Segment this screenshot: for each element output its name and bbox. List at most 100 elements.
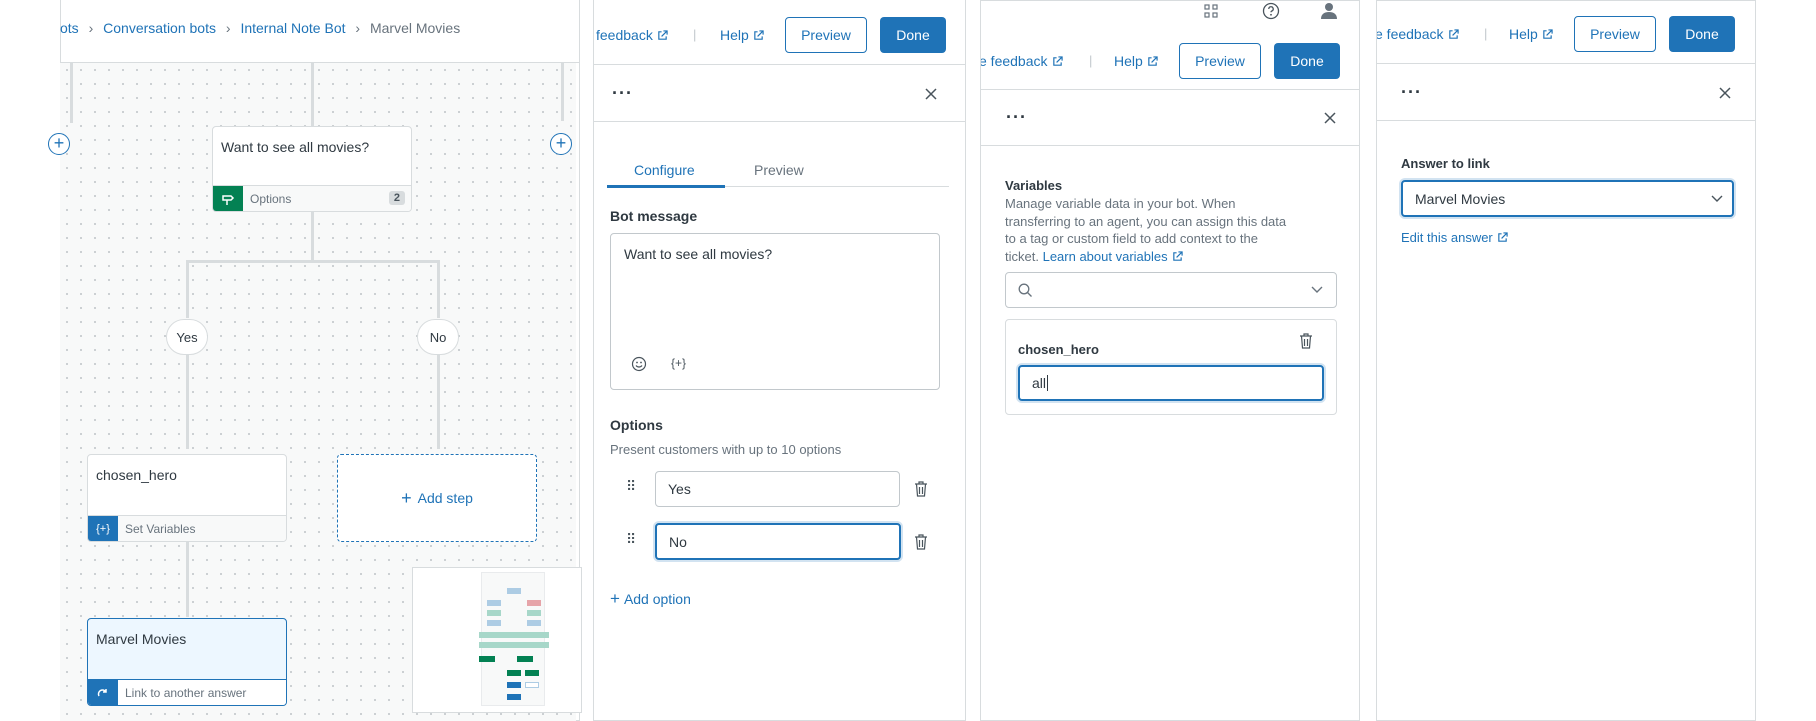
give-feedback-link[interactable]: e feedback — [1377, 26, 1459, 42]
delete-variable-icon[interactable] — [1299, 333, 1313, 349]
done-button[interactable]: Done — [1669, 16, 1735, 52]
set-variables-node[interactable]: chosen_hero {+} Set Variables — [87, 454, 287, 542]
external-link-icon — [754, 30, 764, 40]
help-center-icon[interactable] — [1262, 2, 1280, 20]
header-divider — [981, 89, 1359, 90]
connector-line — [70, 63, 73, 123]
breadcrumb-item-conversation-bots[interactable]: Conversation bots — [103, 20, 216, 36]
answer-select[interactable]: Marvel Movies — [1401, 180, 1734, 217]
minimap-block — [507, 682, 521, 688]
options-step-node[interactable]: Want to see all movies? Options 2 — [212, 126, 412, 212]
preview-button[interactable]: Preview — [785, 17, 867, 53]
bot-message-editor[interactable]: Want to see all movies? {+} — [610, 233, 940, 390]
branch-yes[interactable]: Yes — [166, 319, 208, 355]
close-icon[interactable] — [1323, 111, 1337, 125]
text-cursor — [1047, 375, 1049, 391]
flow-canvas[interactable]: + + Want to see all movies? Options 2 Ye… — [48, 63, 582, 721]
drag-handle-icon[interactable]: ⠿ — [626, 531, 636, 548]
help-link[interactable]: Help — [1114, 53, 1158, 69]
node-footer: Options 2 — [213, 185, 411, 211]
bot-message-text: Want to see all movies? — [624, 246, 773, 262]
connector-line — [311, 63, 314, 126]
search-icon — [1018, 283, 1032, 297]
edit-this-answer-link[interactable]: Edit this answer — [1401, 230, 1508, 245]
close-icon[interactable] — [1718, 86, 1732, 100]
help-link[interactable]: Help — [720, 27, 764, 43]
external-link-icon — [1148, 56, 1158, 66]
minimap-block — [525, 670, 539, 676]
preview-button[interactable]: Preview — [1574, 16, 1656, 52]
give-feedback-link[interactable]: feedback — [596, 27, 668, 43]
connector-line — [437, 260, 440, 318]
emoji-icon[interactable] — [631, 356, 647, 372]
minimap-block — [479, 642, 549, 648]
connector-line — [186, 260, 439, 263]
link-icon — [88, 680, 118, 705]
connector-line — [186, 260, 189, 318]
minimap[interactable] — [412, 567, 582, 713]
option-input-1[interactable]: Yes — [655, 471, 900, 507]
minimap-block — [487, 600, 501, 606]
tab-configure[interactable]: Configure — [634, 162, 695, 178]
delete-option-icon[interactable] — [914, 534, 928, 550]
breadcrumb-item-internal-note-bot[interactable]: Internal Note Bot — [240, 20, 345, 36]
answer-to-link-label: Answer to link — [1401, 156, 1490, 171]
more-options-icon[interactable]: ··· — [612, 84, 633, 102]
drag-handle-icon[interactable]: ⠿ — [626, 478, 636, 495]
add-option-button[interactable]: + Add option — [610, 589, 691, 609]
option-input-2[interactable]: No — [655, 523, 901, 560]
feedback-label: e feedback — [980, 53, 1048, 69]
more-options-icon[interactable]: ··· — [1401, 83, 1422, 101]
minimap-block — [527, 600, 541, 606]
add-step-button[interactable]: + Add step — [337, 454, 537, 542]
minimap-block — [479, 632, 549, 638]
minimap-block — [487, 610, 501, 616]
help-label: Help — [1509, 26, 1538, 42]
edit-link-label: Edit this answer — [1401, 230, 1493, 245]
variable-search-select[interactable] — [1005, 272, 1337, 308]
tab-preview[interactable]: Preview — [754, 162, 804, 178]
link-answer-panel: e feedback | Help Preview Done ··· Answe… — [1376, 0, 1756, 721]
branch-no[interactable]: No — [417, 319, 459, 355]
minimap-block — [507, 670, 521, 676]
breadcrumb-separator: › — [225, 20, 231, 36]
close-icon[interactable] — [924, 87, 938, 101]
variables-panel: e feedback | Help Preview Done ··· Varia… — [980, 0, 1360, 721]
options-count-badge: 2 — [388, 191, 405, 205]
preview-button[interactable]: Preview — [1179, 43, 1261, 79]
chevron-down-icon — [1311, 286, 1323, 293]
learn-about-variables-link[interactable]: Learn about variables — [1043, 249, 1183, 264]
give-feedback-link[interactable]: e feedback — [980, 53, 1063, 69]
variables-description-line: ticket. Learn about variables — [1005, 249, 1183, 264]
panel-divider — [1377, 120, 1755, 121]
connector-line — [186, 541, 189, 617]
link-answer-node[interactable]: Marvel Movies Link to another answer — [87, 618, 287, 706]
minimap-block — [487, 620, 501, 626]
node-title: chosen_hero — [96, 467, 177, 483]
add-step-label: Add step — [417, 490, 473, 506]
help-link[interactable]: Help — [1509, 26, 1553, 42]
node-footer: Link to another answer — [88, 679, 286, 705]
more-options-icon[interactable]: ··· — [1006, 108, 1027, 126]
learn-link-label: Learn about variables — [1042, 249, 1168, 264]
minimap-block — [527, 620, 541, 626]
variable-value-input[interactable]: all — [1018, 365, 1324, 401]
variables-icon: {+} — [88, 516, 118, 541]
user-avatar-icon[interactable] — [1321, 2, 1337, 19]
header-divider — [1377, 63, 1755, 64]
delete-option-icon[interactable] — [914, 481, 928, 497]
external-link-icon — [658, 30, 668, 40]
variables-description-line: Manage variable data in your bot. When — [1005, 196, 1236, 211]
done-button[interactable]: Done — [1274, 43, 1340, 79]
add-branch-icon[interactable]: + — [550, 133, 572, 155]
add-branch-icon[interactable]: + — [48, 133, 70, 155]
breadcrumb-item[interactable]: ots — [60, 20, 79, 36]
minimap-block — [527, 610, 541, 616]
apps-grid-icon[interactable] — [1204, 4, 1218, 18]
variables-description-end: ticket. — [1005, 249, 1039, 264]
bot-message-label: Bot message — [610, 208, 698, 224]
node-footer-label: Link to another answer — [125, 686, 247, 700]
insert-variable-icon[interactable]: {+} — [671, 356, 686, 370]
done-button[interactable]: Done — [880, 17, 946, 53]
breadcrumb-current: Marvel Movies — [369, 20, 461, 36]
